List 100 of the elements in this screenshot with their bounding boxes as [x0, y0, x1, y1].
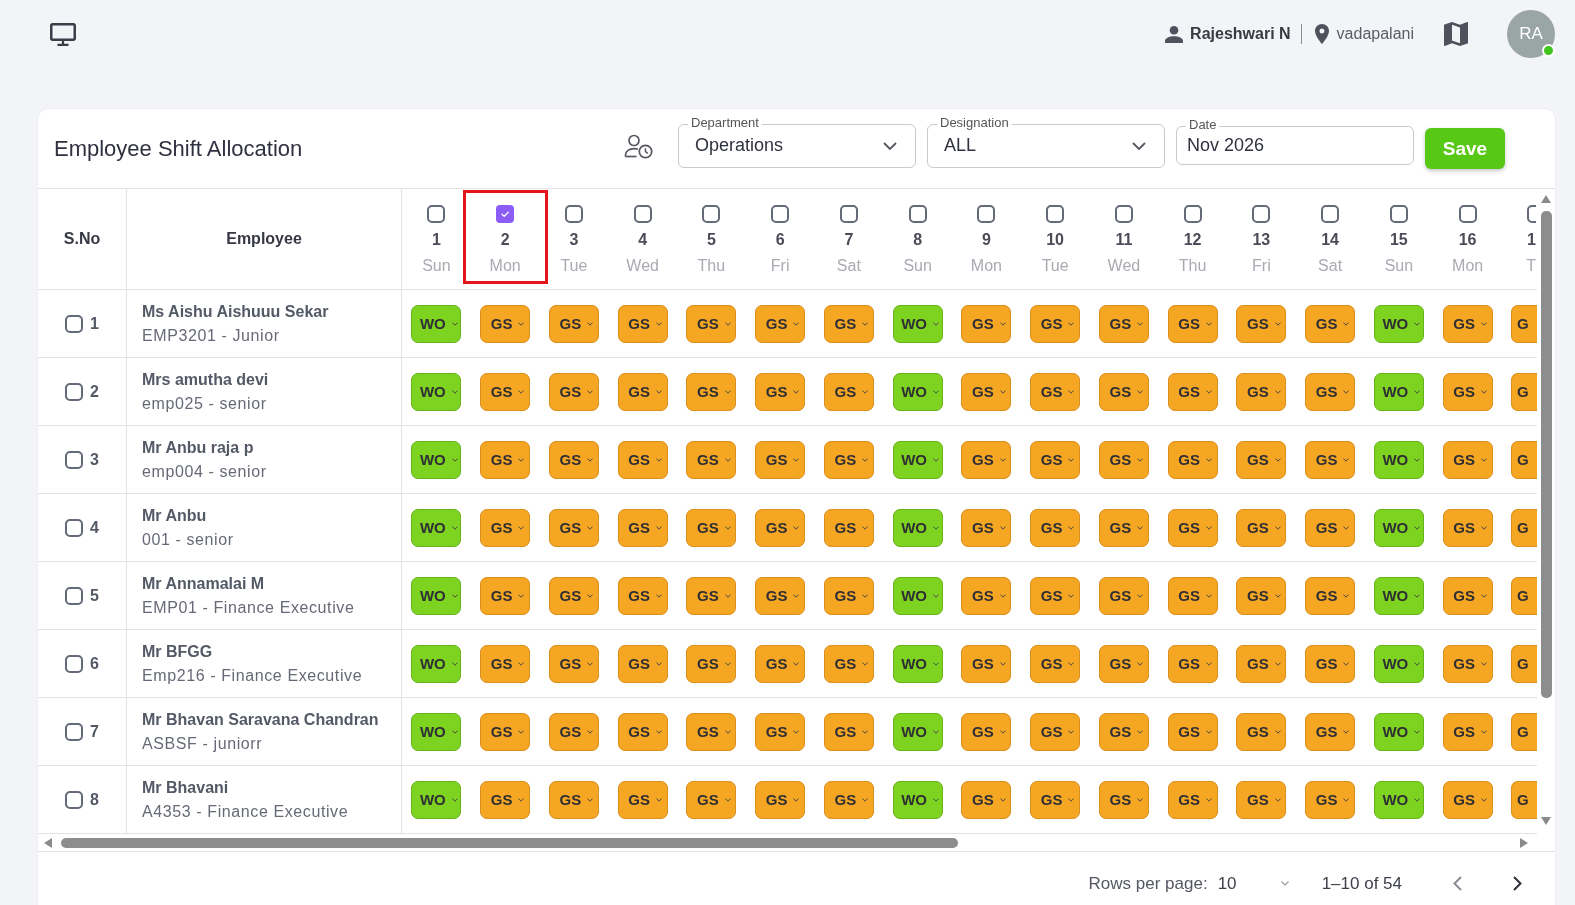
shift-select[interactable]: GS [1098, 644, 1149, 683]
shift-select[interactable]: GS [548, 644, 599, 683]
shift-select[interactable]: G [1511, 780, 1537, 819]
shift-select[interactable]: GS [755, 712, 806, 751]
day-checkbox[interactable] [1321, 205, 1340, 223]
shift-select[interactable]: WO [892, 712, 943, 751]
shift-select[interactable]: GS [617, 508, 668, 547]
day-checkbox[interactable] [1114, 205, 1133, 223]
shift-select[interactable]: GS [755, 508, 806, 547]
shift-select[interactable]: GS [1236, 508, 1287, 547]
shift-select[interactable]: GS [961, 780, 1012, 819]
day-checkbox[interactable] [1252, 205, 1271, 223]
shift-select[interactable]: GS [480, 304, 531, 343]
shift-select[interactable]: GS [1167, 372, 1218, 411]
shift-select[interactable]: GS [686, 644, 737, 683]
shift-select[interactable]: GS [1236, 576, 1287, 615]
shift-select[interactable]: GS [686, 712, 737, 751]
day-checkbox[interactable] [1183, 205, 1202, 223]
shift-select[interactable]: GS [1167, 644, 1218, 683]
shift-select[interactable]: GS [961, 372, 1012, 411]
monitor-icon[interactable] [50, 22, 76, 46]
shift-select[interactable]: GS [1167, 508, 1218, 547]
shift-select[interactable]: WO [892, 440, 943, 479]
shift-select[interactable]: GS [1098, 372, 1149, 411]
shift-select[interactable]: WO [892, 644, 943, 683]
shift-select[interactable]: GS [961, 304, 1012, 343]
shift-select[interactable]: WO [1373, 576, 1424, 615]
shift-select[interactable]: GS [480, 440, 531, 479]
day-checkbox[interactable] [1458, 205, 1477, 223]
shift-select[interactable]: GS [1236, 440, 1287, 479]
shift-select[interactable]: G [1511, 576, 1537, 615]
shift-select[interactable]: GS [823, 780, 874, 819]
row-checkbox[interactable] [65, 586, 84, 605]
shift-select[interactable]: GS [1305, 508, 1356, 547]
shift-select[interactable]: GS [1098, 508, 1149, 547]
shift-select[interactable]: GS [480, 372, 531, 411]
day-checkbox[interactable] [908, 205, 927, 223]
shift-select[interactable]: GS [823, 304, 874, 343]
shift-select[interactable]: GS [1030, 372, 1081, 411]
shift-select[interactable]: WO [1373, 372, 1424, 411]
triangle-right-icon[interactable] [1520, 838, 1528, 848]
row-checkbox[interactable] [65, 722, 84, 741]
shift-select[interactable]: GS [1305, 576, 1356, 615]
shift-select[interactable]: GS [617, 576, 668, 615]
shift-select[interactable]: GS [617, 780, 668, 819]
shift-select[interactable]: GS [1236, 304, 1287, 343]
shift-select[interactable]: GS [961, 576, 1012, 615]
shift-select[interactable]: GS [617, 644, 668, 683]
shift-select[interactable]: WO [1373, 440, 1424, 479]
shift-select[interactable]: GS [1030, 780, 1081, 819]
shift-select[interactable]: GS [480, 712, 531, 751]
shift-select[interactable]: G [1511, 712, 1537, 751]
shift-select[interactable]: GS [1442, 440, 1493, 479]
shift-select[interactable]: WO [1373, 644, 1424, 683]
shift-select[interactable]: GS [1098, 304, 1149, 343]
shift-select[interactable]: WO [411, 508, 462, 547]
shift-select[interactable]: GS [755, 440, 806, 479]
shift-select[interactable]: GS [755, 644, 806, 683]
shift-select[interactable]: GS [1305, 440, 1356, 479]
shift-select[interactable]: GS [1305, 372, 1356, 411]
shift-select[interactable]: GS [1030, 304, 1081, 343]
shift-select[interactable]: WO [411, 440, 462, 479]
day-checkbox[interactable] [839, 205, 858, 223]
shift-select[interactable]: GS [1167, 304, 1218, 343]
shift-select[interactable]: GS [1442, 304, 1493, 343]
triangle-up-icon[interactable] [1541, 195, 1551, 203]
shift-select[interactable]: GS [1030, 440, 1081, 479]
shift-select[interactable]: WO [411, 372, 462, 411]
shift-select[interactable]: GS [823, 712, 874, 751]
shift-select[interactable]: GS [823, 372, 874, 411]
shift-select[interactable]: GS [1236, 712, 1287, 751]
shift-select[interactable]: WO [892, 780, 943, 819]
shift-select[interactable]: WO [411, 780, 462, 819]
shift-select[interactable]: GS [548, 780, 599, 819]
shift-select[interactable]: GS [548, 576, 599, 615]
row-checkbox[interactable] [65, 518, 84, 537]
row-checkbox[interactable] [65, 790, 84, 809]
shift-select[interactable]: GS [1030, 644, 1081, 683]
person-clock-icon[interactable] [624, 134, 653, 159]
shift-select[interactable]: GS [548, 304, 599, 343]
shift-select[interactable]: GS [1442, 576, 1493, 615]
shift-select[interactable]: GS [1442, 508, 1493, 547]
shift-select[interactable]: GS [686, 440, 737, 479]
shift-select[interactable]: GS [617, 304, 668, 343]
shift-select[interactable]: GS [1167, 780, 1218, 819]
shift-select[interactable]: G [1511, 644, 1537, 683]
shift-select[interactable]: WO [892, 508, 943, 547]
day-checkbox[interactable] [633, 205, 652, 223]
shift-select[interactable]: GS [548, 712, 599, 751]
chevron-right-icon[interactable] [1513, 876, 1522, 891]
day-checkbox[interactable] [977, 205, 996, 223]
shift-select[interactable]: GS [1305, 304, 1356, 343]
shift-select[interactable]: WO [1373, 304, 1424, 343]
shift-select[interactable]: GS [961, 440, 1012, 479]
shift-select[interactable]: WO [411, 304, 462, 343]
shift-select[interactable]: GS [686, 576, 737, 615]
day-checkbox[interactable] [564, 205, 583, 223]
shift-select[interactable]: GS [1305, 644, 1356, 683]
shift-select[interactable]: GS [1167, 712, 1218, 751]
shift-select[interactable]: GS [480, 576, 531, 615]
